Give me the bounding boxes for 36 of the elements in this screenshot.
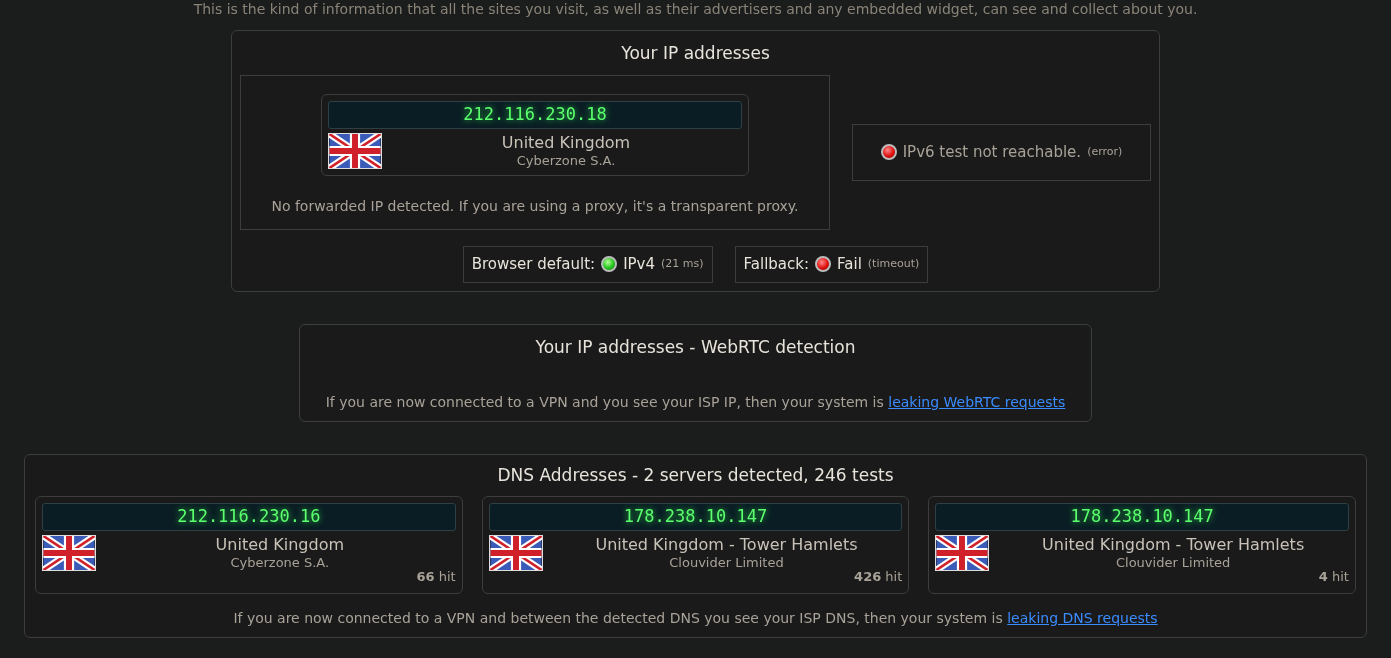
flag-icon bbox=[488, 535, 543, 571]
ip-address-display: 212.116.230.18 bbox=[328, 100, 742, 129]
hit-count: 426 hit bbox=[854, 568, 903, 587]
ip-address-display: 178.238.10.147 bbox=[488, 503, 903, 531]
leak-notice: If you are now connected to a VPN and you see your ISP IP, then your system is leaking WebRTC requests bbox=[325, 392, 1066, 412]
flag-icon bbox=[328, 132, 382, 169]
forwarded-note: No forwarded IP detected. If you are using a proxy, it's a transparent proxy. bbox=[271, 196, 799, 216]
panel-title: Your IP addresses bbox=[621, 42, 770, 65]
leak-link[interactable]: leaking WebRTC requests bbox=[888, 393, 1066, 410]
isp-name: Clouvider Limited bbox=[669, 555, 784, 572]
isp-name: Cyberzone S.A. bbox=[516, 152, 616, 169]
hit-count: 66 hit bbox=[416, 568, 456, 587]
leak-link[interactable]: leaking DNS requests bbox=[1007, 609, 1158, 626]
flag-icon bbox=[42, 535, 96, 571]
ipv6-detail: (error) bbox=[1087, 143, 1123, 160]
ip-address-display: 212.116.230.16 bbox=[42, 503, 456, 531]
country-name: United Kingdom bbox=[501, 132, 631, 153]
ip-address-display: 178.238.10.147 bbox=[935, 503, 1349, 531]
panel-title: Your IP addresses - WebRTC detection bbox=[535, 335, 856, 359]
leak-notice: If you are now connected to a VPN and between the detected DNS you see your ISP DNS, then your system is leaking DNS requests bbox=[233, 608, 1158, 628]
isp-name: Cyberzone S.A. bbox=[230, 555, 330, 572]
test-detail: (timeout) bbox=[867, 255, 920, 272]
test-result: Fail bbox=[837, 253, 862, 275]
isp-name: Clouvider Limited bbox=[1115, 555, 1231, 572]
test-label: Fallback: bbox=[743, 253, 810, 275]
country-name: United Kingdom bbox=[215, 535, 345, 555]
test-result: IPv4 bbox=[623, 253, 655, 275]
intro-text: This is the kind of information that all the sites you visit, as well as their advertisers and any embedded widget, can see and collect about you. bbox=[193, 1, 1198, 17]
test-label: Browser default: bbox=[471, 253, 596, 275]
test-detail: (21 ms) bbox=[661, 255, 704, 272]
country-name: United Kingdom - Tower Hamlets bbox=[595, 535, 858, 555]
flag-icon bbox=[935, 535, 990, 571]
panel-title: DNS Addresses - 2 servers detected, 246 tests bbox=[497, 463, 894, 487]
ipv6-message: IPv6 test not reachable. bbox=[902, 141, 1082, 163]
hit-count: 4 hit bbox=[1318, 568, 1349, 587]
country-name: United Kingdom - Tower Hamlets bbox=[1042, 535, 1305, 555]
